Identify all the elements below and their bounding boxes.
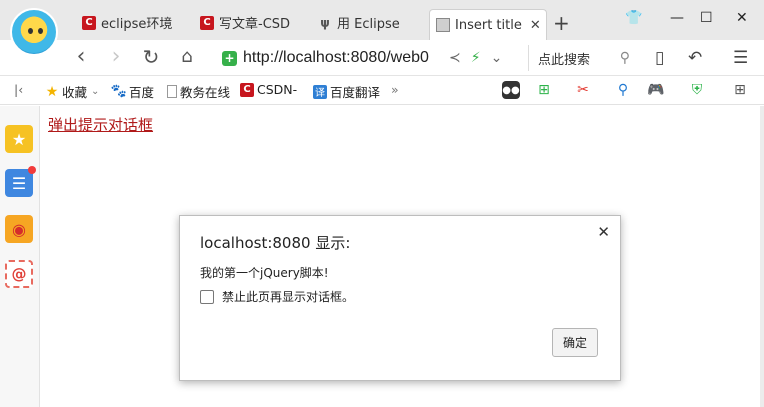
csdn-c-icon: C bbox=[200, 15, 214, 30]
magnifier-icon[interactable]: ⚲ bbox=[614, 81, 632, 99]
tab-label: 用 Eclipse bbox=[337, 17, 400, 32]
scrollbar-track[interactable] bbox=[760, 106, 764, 407]
search-placeholder: 点此搜索 bbox=[538, 52, 591, 68]
share-icon[interactable]: ≺ bbox=[449, 50, 461, 66]
undo-icon[interactable]: ↶ bbox=[688, 48, 702, 68]
grid-apps-icon[interactable]: ⊞ bbox=[731, 81, 749, 99]
left-sidebar: ★ ☰ ◉ @ bbox=[0, 106, 40, 407]
search-box[interactable]: 点此搜索 ⚲ bbox=[528, 45, 638, 71]
navigation-bar: ‹ › ↻ ⌂ + http://localhost:8080/web0 ≺ ⚡… bbox=[0, 40, 764, 76]
url-text[interactable]: http://localhost:8080/web0 bbox=[243, 49, 441, 67]
tab-close-icon[interactable]: ✕ bbox=[530, 18, 541, 33]
checkbox-label: 禁止此页再显示对话框。 bbox=[222, 290, 355, 304]
chevron-down-icon[interactable]: ⌄ bbox=[491, 50, 503, 66]
bookmark-label: 教务在线 bbox=[180, 85, 231, 100]
bookmark-baidu[interactable]: 🐾 百度 bbox=[110, 82, 155, 101]
sidebar-toggle-icon[interactable]: |‹ bbox=[14, 82, 23, 97]
lightning-icon[interactable]: ⚡ bbox=[471, 50, 481, 66]
dialog-close-icon[interactable]: ✕ bbox=[597, 223, 610, 241]
news-icon[interactable]: ☰ bbox=[5, 166, 36, 197]
dialog-title: localhost:8080 显示: bbox=[200, 234, 351, 252]
paw-icon: 🐾 bbox=[110, 84, 128, 99]
bookmark-jiaowu[interactable]: 教务在线 bbox=[167, 82, 230, 101]
tab-label: eclipse环境 bbox=[101, 17, 173, 32]
bookmark-csdn[interactable]: C CSDN- bbox=[240, 82, 297, 97]
chevron-down-icon: ⌄ bbox=[91, 86, 100, 97]
doc-icon bbox=[167, 85, 177, 98]
favorites-star-icon[interactable]: ★ bbox=[5, 125, 33, 153]
search-icon[interactable]: ⚲ bbox=[620, 50, 630, 66]
ok-button[interactable]: 确定 bbox=[552, 328, 598, 357]
bookmark-baidu-translate[interactable]: 译 百度翻译 bbox=[313, 82, 380, 101]
weibo-icon[interactable]: ◉ bbox=[5, 215, 33, 243]
address-bar[interactable]: + http://localhost:8080/web0 ≺ ⚡ ⌄ bbox=[222, 45, 524, 71]
browser-logo-icon[interactable] bbox=[10, 8, 58, 56]
suppress-dialog-checkbox[interactable] bbox=[200, 289, 214, 304]
notification-dot bbox=[28, 166, 36, 174]
shield-icon[interactable]: ⛨ bbox=[688, 81, 706, 99]
extension-add-icon[interactable]: ⊞ bbox=[535, 81, 553, 99]
eclipse-icon: ψ bbox=[320, 15, 330, 30]
reload-button[interactable]: ↻ bbox=[139, 46, 163, 70]
tab-label: 写文章-CSD bbox=[219, 17, 291, 32]
translate-icon: 译 bbox=[313, 84, 327, 99]
tab-use-eclipse[interactable]: ψ 用 Eclipse bbox=[312, 9, 427, 36]
bookmark-label: 百度 bbox=[129, 85, 155, 100]
close-window-button[interactable]: ✕ bbox=[736, 10, 748, 26]
bookmark-label: 收藏 bbox=[62, 85, 88, 100]
more-bookmarks-icon[interactable]: » bbox=[391, 82, 399, 97]
new-tab-button[interactable]: + bbox=[553, 11, 570, 35]
phone-icon[interactable]: ▯ bbox=[655, 48, 664, 68]
star-icon: ★ bbox=[45, 83, 59, 100]
csdn-c-icon: C bbox=[82, 15, 96, 30]
gamepad-icon[interactable]: 🎮 bbox=[647, 81, 665, 99]
shirt-skin-icon[interactable]: 👕 bbox=[625, 10, 642, 26]
tab-label: Insert title bbox=[455, 17, 522, 33]
page-image-icon bbox=[436, 18, 450, 32]
bookmark-favorites[interactable]: ★ 收藏 ⌄ bbox=[45, 82, 100, 101]
show-alert-link[interactable]: 弹出提示对话框 bbox=[48, 114, 153, 135]
mail-at-icon[interactable]: @ bbox=[5, 260, 33, 288]
tab-write-article[interactable]: C 写文章-CSD bbox=[194, 9, 312, 36]
maximize-button[interactable]: ☐ bbox=[700, 10, 713, 26]
tab-strip: C eclipse环境 C 写文章-CSD ψ 用 Eclipse Insert… bbox=[0, 0, 764, 56]
secure-shield-icon: + bbox=[222, 50, 237, 66]
home-button[interactable]: ⌂ bbox=[175, 46, 199, 70]
bookmark-label: 百度翻译 bbox=[330, 85, 381, 100]
minimize-button[interactable]: — bbox=[670, 10, 684, 26]
back-button[interactable]: ‹ bbox=[69, 46, 93, 70]
alert-dialog: localhost:8080 显示: ✕ 我的第一个jQuery脚本! 禁止此页… bbox=[179, 215, 621, 381]
extension-eyes-icon[interactable]: ●● bbox=[502, 81, 520, 99]
tab-eclipse-env[interactable]: C eclipse环境 bbox=[76, 9, 194, 36]
bookmark-label: CSDN- bbox=[257, 82, 298, 97]
forward-button[interactable]: › bbox=[104, 46, 128, 70]
suppress-dialog-checkbox-row[interactable]: 禁止此页再显示对话框。 bbox=[200, 288, 354, 305]
scissors-icon[interactable]: ✂ bbox=[574, 81, 592, 99]
bookmarks-bar: |‹ ★ 收藏 ⌄ 🐾 百度 教务在线 C CSDN- 译 百度翻译 » ●● … bbox=[0, 76, 764, 105]
csdn-c-icon: C bbox=[240, 82, 254, 97]
tab-insert-title[interactable]: Insert title ✕ bbox=[429, 9, 547, 40]
dialog-message: 我的第一个jQuery脚本! bbox=[200, 266, 329, 280]
menu-icon[interactable]: ☰ bbox=[733, 48, 748, 68]
